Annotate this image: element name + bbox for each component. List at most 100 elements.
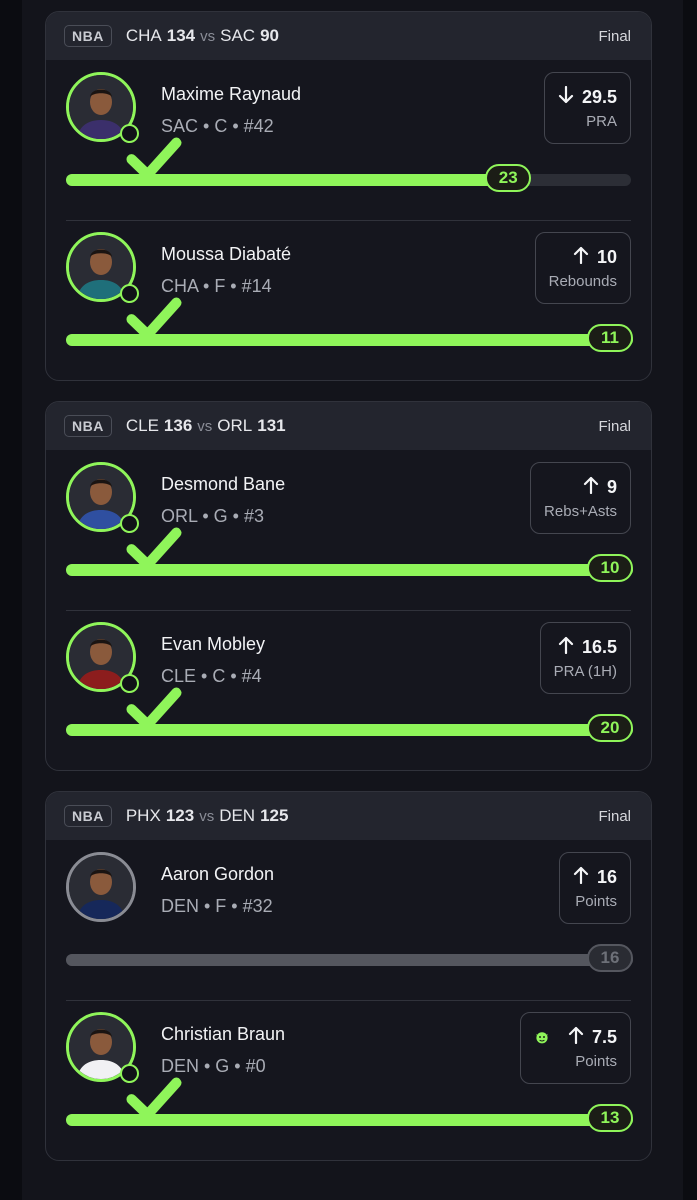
pick-row[interactable]: Christian Braun DEN • G • #0 7.5 Points 13	[46, 1000, 651, 1160]
projection-line: 10	[573, 246, 617, 269]
player-avatar	[66, 852, 136, 922]
game-card[interactable]: NBA CHA 134 vs SAC 90 Final Maxime Raynaud SAC …	[45, 11, 652, 381]
stat-type: Points	[575, 893, 617, 910]
team-score: 131	[257, 416, 286, 435]
projection-line: 9	[583, 476, 617, 499]
team-name: CHA	[125, 26, 162, 45]
player-meta: CLE • C • #4	[161, 666, 262, 686]
player-avatar	[66, 462, 182, 570]
projection-line: 16.5	[558, 636, 617, 659]
arrow-up-icon	[583, 476, 599, 499]
stat-type: Points	[575, 1053, 617, 1070]
player-meta: SAC • C • #42	[161, 116, 274, 136]
player-name: Moussa Diabaté	[161, 244, 292, 264]
player-meta: CHA • F • #14	[161, 276, 272, 296]
player-name: Desmond Bane	[161, 474, 286, 494]
actual-value-badge: 20	[587, 714, 633, 742]
pick-row[interactable]: Moussa Diabaté CHA • F • #14 10 Rebounds 11	[46, 220, 651, 380]
projection-box[interactable]: 7.5 Points	[519, 1012, 631, 1084]
matchup: PHX 123 vs DEN 125	[126, 806, 289, 826]
game-card-list: NBA CHA 134 vs SAC 90 Final Maxime Raynaud SAC …	[45, 11, 652, 1181]
player-meta: DEN • F • #32	[161, 896, 273, 916]
projection-line: 7.5	[534, 1026, 617, 1049]
stat-type: PRA	[586, 113, 617, 130]
check-icon	[120, 674, 182, 730]
player-avatar	[66, 1012, 182, 1120]
line-value: 7.5	[591, 1027, 617, 1047]
player-name: Aaron Gordon	[161, 864, 275, 884]
progress-fill	[66, 564, 633, 576]
game-header: NBA CLE 136 vs ORL 131 Final	[46, 402, 651, 450]
game-card[interactable]: NBA CLE 136 vs ORL 131 Final Desmond Bane ORL •…	[45, 401, 652, 771]
player-avatar	[66, 72, 182, 180]
player-avatar	[66, 232, 182, 340]
projection-box[interactable]: 9 Rebs+Asts	[530, 462, 631, 534]
progress-track: 13	[66, 1104, 633, 1132]
team-score: 134	[166, 26, 196, 45]
player-meta: ORL • G • #3	[161, 506, 264, 526]
league-badge: NBA	[64, 805, 112, 827]
progress-fill	[66, 724, 633, 736]
line-value: 9	[606, 477, 617, 497]
progress-track: 20	[66, 714, 633, 742]
game-status: Final	[598, 807, 631, 825]
actual-value-badge: 16	[587, 944, 633, 972]
actual-value-badge: 10	[587, 554, 633, 582]
projection-box[interactable]: 29.5 PRA	[543, 72, 631, 144]
arrow-up-icon	[568, 1026, 584, 1049]
check-icon	[120, 1064, 182, 1120]
player-meta: DEN • G • #0	[161, 1056, 266, 1076]
arrow-up-icon	[573, 866, 589, 889]
player-name: Christian Braun	[161, 1024, 286, 1044]
league-badge: NBA	[64, 415, 112, 437]
game-header: NBA PHX 123 vs DEN 125 Final	[46, 792, 651, 840]
team-name: DEN	[219, 806, 256, 825]
line-value: 16	[596, 867, 617, 887]
team-score: 90	[260, 26, 280, 45]
progress-track: 16	[66, 944, 633, 972]
goblin-icon	[534, 1028, 554, 1048]
progress-fill	[66, 954, 633, 966]
game-status: Final	[598, 27, 631, 45]
actual-value-badge: 11	[587, 324, 633, 352]
pick-row[interactable]: Maxime Raynaud SAC • C • #42 29.5 PRA 23	[46, 60, 651, 220]
matchup: CLE 136 vs ORL 131	[126, 416, 286, 436]
right-edge	[683, 0, 697, 1200]
projection-line: 29.5	[558, 85, 617, 109]
progress-fill	[66, 174, 509, 186]
team-score: 136	[163, 416, 193, 435]
player-name: Maxime Raynaud	[161, 84, 302, 104]
projection-box[interactable]: 16 Points	[558, 852, 631, 924]
actual-value-badge: 23	[485, 164, 532, 192]
pick-row[interactable]: Evan Mobley CLE • C • #4 16.5 PRA (1H) 20	[46, 610, 651, 770]
projection-box[interactable]: 16.5 PRA (1H)	[539, 622, 631, 694]
actual-value-badge: 13	[587, 1104, 633, 1132]
game-card[interactable]: NBA PHX 123 vs DEN 125 Final Aaron Gordon DEN •…	[45, 791, 652, 1161]
vs-label: vs	[197, 418, 213, 435]
team-score: 123	[165, 806, 195, 825]
player-avatar	[66, 622, 182, 730]
stat-type: Rebounds	[548, 273, 617, 290]
line-value: 29.5	[581, 87, 617, 107]
arrow-up-icon	[573, 246, 589, 269]
projection-line: 16	[573, 866, 617, 889]
game-status: Final	[598, 417, 631, 435]
stat-type: PRA (1H)	[553, 663, 617, 680]
game-header: NBA CHA 134 vs SAC 90 Final	[46, 12, 651, 60]
pick-row[interactable]: Aaron Gordon DEN • F • #32 16 Points 16	[46, 840, 651, 1000]
check-icon	[120, 514, 182, 570]
arrow-down-icon	[558, 85, 574, 109]
player-name: Evan Mobley	[161, 634, 266, 654]
vs-label: vs	[200, 28, 216, 45]
team-score: 125	[260, 806, 289, 825]
vs-label: vs	[199, 808, 215, 825]
team-name: PHX	[125, 806, 161, 825]
stat-type: Rebs+Asts	[544, 503, 617, 520]
left-edge	[0, 0, 22, 1200]
projection-box[interactable]: 10 Rebounds	[534, 232, 631, 304]
pick-row[interactable]: Desmond Bane ORL • G • #3 9 Rebs+Asts 10	[46, 450, 651, 610]
team-name: ORL	[217, 416, 253, 435]
league-badge: NBA	[64, 25, 112, 47]
team-name: CLE	[125, 416, 159, 435]
line-value: 16.5	[581, 637, 617, 657]
